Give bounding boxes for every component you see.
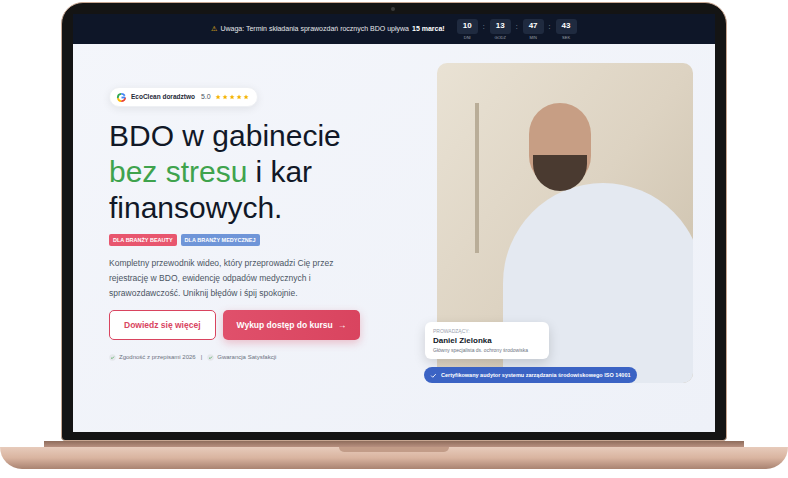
check-icon xyxy=(207,354,214,361)
countdown: 10DNI:13GODZ:47MIN:43SEK xyxy=(457,19,577,40)
screen: ⚠Uwaga: Termin składania sprawozdań rocz… xyxy=(73,14,715,432)
countdown-unit: DNI xyxy=(464,35,471,40)
countdown-unit: GODZ xyxy=(494,35,506,40)
hero-description: Kompletny przewodnik wideo, który przepr… xyxy=(109,256,345,301)
heading-line: BDO w gabinecie xyxy=(109,118,401,154)
guarantee-item: Zgodność z przepisami 2026 xyxy=(109,353,196,362)
hero-section: EcoClean doradztwo 5.0 BDO w gabineciebez … xyxy=(73,44,715,383)
laptop-notch xyxy=(339,447,449,452)
certificate-badge: Certyfikowany audytor systemu zarządzani… xyxy=(424,367,637,383)
presenter-name: Daniel Zielonka xyxy=(433,335,541,346)
star-icon xyxy=(215,94,221,100)
star-icon xyxy=(222,94,228,100)
announcement-message: Uwaga: Termin składania sprawozdań roczn… xyxy=(220,24,409,35)
learn-more-button[interactable]: Dowiedz się więcej xyxy=(109,310,216,340)
hero-content: EcoClean doradztwo 5.0 BDO w gabineciebez … xyxy=(109,63,401,383)
countdown-value: 10 xyxy=(457,19,478,34)
guarantee-list: Zgodność z przepisami 2026 | Gwarancja Sat… xyxy=(109,353,276,362)
countdown-value: 47 xyxy=(523,19,544,34)
countdown-value: 43 xyxy=(556,19,577,34)
photo-detail xyxy=(475,103,479,253)
certificate-text: Certyfikowany audytor systemu zarządzani… xyxy=(441,371,631,379)
laptop-lid: ⚠Uwaga: Termin składania sprawozdań rocz… xyxy=(61,2,727,441)
rating-stars xyxy=(215,94,249,100)
announcement-text: ⚠Uwaga: Termin składania sprawozdań rocz… xyxy=(211,24,444,35)
rating-score: 5.0 xyxy=(201,92,211,103)
tag-list: DLA BRANŻY BEAUTY DLA BRANŻY MEDYCZNEJ xyxy=(109,234,260,246)
guarantee-text: Gwarancja Satysfakcji xyxy=(217,353,276,362)
hero-buttons: Dowiedz się więcej Wykup dostęp do kursu → xyxy=(109,310,360,340)
check-icon xyxy=(430,372,437,379)
buy-label: Wykup dostęp do kursu xyxy=(237,319,333,332)
heading-highlight: bez stresu xyxy=(109,155,247,188)
camera-icon xyxy=(391,7,395,11)
audience-tag: DLA BRANŻY BEAUTY xyxy=(109,234,177,246)
countdown-separator: : xyxy=(481,19,487,34)
buy-course-button[interactable]: Wykup dostęp do kursu → xyxy=(223,310,361,340)
countdown-separator: : xyxy=(547,19,553,34)
star-icon xyxy=(236,94,242,100)
star-icon xyxy=(243,94,249,100)
warning-icon: ⚠ xyxy=(211,24,217,35)
rating-brand: EcoClean doradztwo xyxy=(131,92,195,102)
arrow-icon: → xyxy=(338,319,347,332)
presenter-panel: PROWADZĄCY:Daniel ZielonkaGłówny specjal… xyxy=(437,63,693,383)
hero-heading: BDO w gabineciebez stresui kar finansowy… xyxy=(109,118,401,226)
presenter-label: PROWADZĄCY: xyxy=(433,327,541,335)
countdown-value: 13 xyxy=(490,19,511,34)
audience-tag: DLA BRANŻY MEDYCZNEJ xyxy=(181,234,260,246)
countdown-item: 43SEK xyxy=(556,19,577,40)
guarantee-separator: | xyxy=(200,353,204,362)
rating-badge: EcoClean doradztwo 5.0 xyxy=(109,87,258,107)
guarantee-item: Gwarancja Satysfakcji xyxy=(207,353,276,362)
star-icon xyxy=(229,94,235,100)
countdown-item: 47MIN xyxy=(523,19,544,40)
announcement-bar: ⚠Uwaga: Termin składania sprawozdań rocz… xyxy=(73,14,715,44)
presenter-role: Główny specjalista ds. ochrony środowisk… xyxy=(433,346,541,354)
countdown-unit: MIN xyxy=(529,35,536,40)
laptop: ⚠Uwaga: Termin składania sprawozdań rocz… xyxy=(0,0,788,469)
google-icon xyxy=(116,92,127,103)
countdown-item: 13GODZ xyxy=(490,19,511,40)
laptop-base xyxy=(0,447,788,469)
check-icon xyxy=(109,354,116,361)
countdown-item: 10DNI xyxy=(457,19,478,40)
announcement-date: 15 marca! xyxy=(412,24,445,35)
countdown-unit: SEK xyxy=(562,35,570,40)
countdown-separator: : xyxy=(514,19,520,34)
presenter-card: PROWADZĄCY:Daniel ZielonkaGłówny specjal… xyxy=(425,322,549,359)
guarantee-text: Zgodność z przepisami 2026 xyxy=(119,353,196,362)
